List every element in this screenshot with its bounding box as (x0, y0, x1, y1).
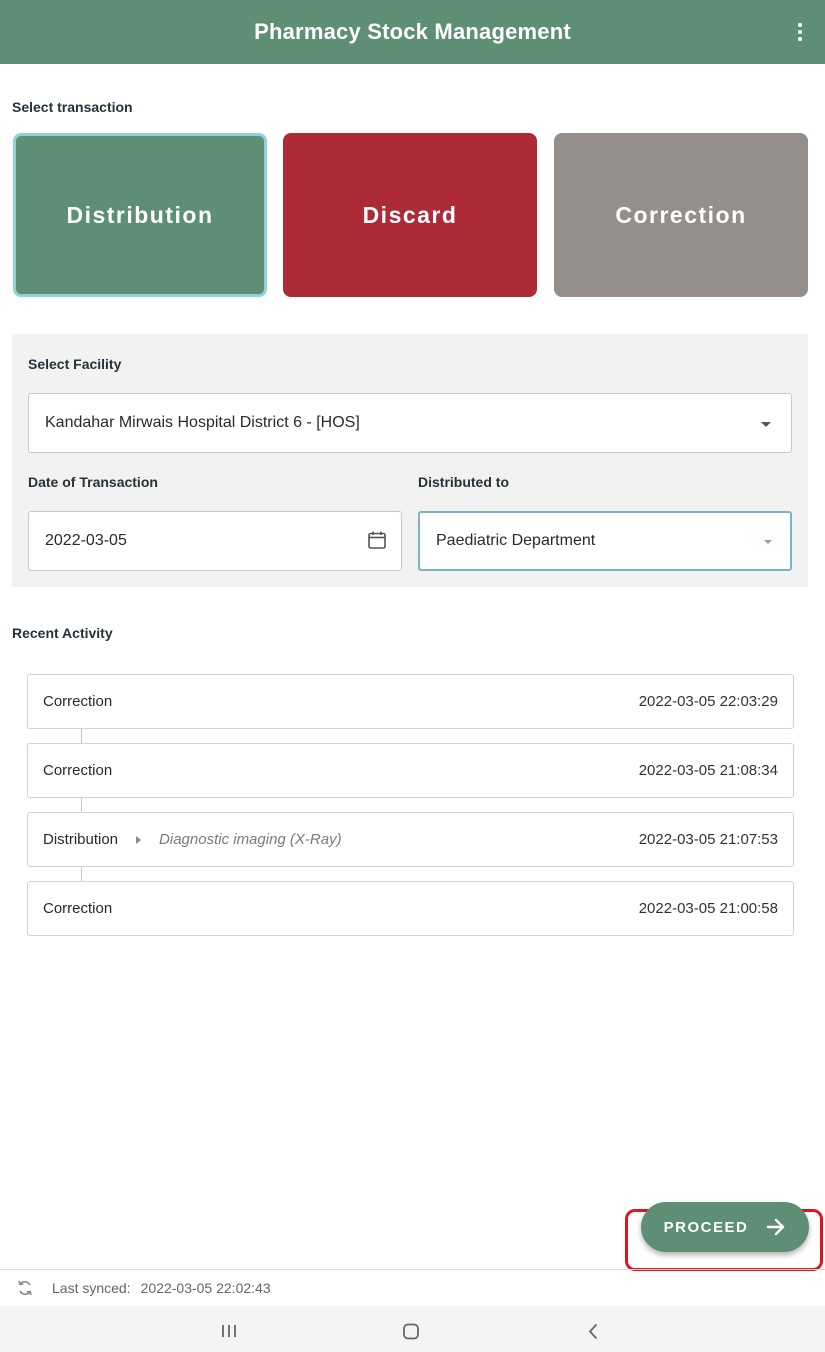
date-of-transaction-label: Date of Transaction (28, 474, 158, 490)
arrow-right-icon (767, 1218, 785, 1236)
distributed-to-value: Paediatric Department (436, 532, 596, 549)
sync-icon[interactable] (16, 1279, 34, 1297)
facility-select[interactable]: Kandahar Mirwais Hospital District 6 - [… (28, 393, 792, 453)
distribution-card-label: Distribution (66, 201, 214, 228)
activity-type: Correction (43, 900, 113, 917)
proceed-button-label: PROCEED (663, 1218, 749, 1236)
transaction-form-panel: Select Facility Kandahar Mirwais Hospita… (12, 334, 808, 587)
last-synced-value: 2022-03-05 22:02:43 (140, 1280, 271, 1296)
play-arrow-icon (136, 835, 142, 844)
recent-apps-icon[interactable] (220, 1324, 238, 1338)
app-bar: Pharmacy Stock Management (0, 0, 825, 64)
correction-card-label: Correction (615, 201, 747, 228)
facility-select-value: Kandahar Mirwais Hospital District 6 - [… (45, 414, 360, 431)
activity-timestamp: 2022-03-05 22:03:29 (638, 693, 778, 710)
system-nav-bar (0, 1306, 825, 1352)
select-transaction-label: Select transaction (12, 99, 133, 115)
more-vert-icon[interactable] (793, 18, 807, 46)
app-title: Pharmacy Stock Management (254, 19, 571, 44)
date-field[interactable]: 2022-03-05 (28, 511, 402, 571)
discard-card[interactable]: Discard (283, 133, 537, 297)
activity-item[interactable]: Correction 2022-03-05 21:00:58 (27, 881, 794, 936)
correction-card[interactable]: Correction (554, 133, 808, 297)
proceed-button[interactable]: PROCEED (641, 1202, 809, 1252)
timeline-connector (81, 729, 82, 744)
distributed-to-select[interactable]: Paediatric Department (418, 511, 792, 571)
activity-destination: Diagnostic imaging (X-Ray) (159, 831, 342, 848)
recent-activity-label: Recent Activity (12, 625, 113, 641)
home-icon[interactable] (402, 1323, 420, 1340)
activity-type: Distribution (43, 831, 119, 848)
date-field-value: 2022-03-05 (45, 532, 127, 549)
distribution-card[interactable]: Distribution (13, 133, 267, 297)
activity-timestamp: 2022-03-05 21:07:53 (638, 831, 778, 848)
activity-type: Correction (43, 693, 113, 710)
activity-item[interactable]: Correction 2022-03-05 22:03:29 (27, 674, 794, 729)
activity-type: Correction (43, 762, 113, 779)
activity-item[interactable]: Correction 2022-03-05 21:08:34 (27, 743, 794, 798)
activity-item[interactable]: Distribution Diagnostic imaging (X-Ray) … (27, 812, 794, 867)
timeline-connector (81, 867, 82, 882)
discard-card-label: Discard (362, 201, 458, 228)
calendar-icon[interactable] (367, 530, 387, 550)
timeline-connector (81, 798, 82, 813)
activity-timestamp: 2022-03-05 21:08:34 (638, 762, 778, 779)
last-synced-label: Last synced: (52, 1280, 131, 1296)
dropdown-caret-icon (761, 422, 771, 427)
distributed-to-label: Distributed to (418, 474, 509, 490)
select-facility-label: Select Facility (28, 356, 122, 372)
sync-status-bar: Last synced: 2022-03-05 22:02:43 (0, 1269, 825, 1306)
back-icon[interactable] (587, 1323, 599, 1340)
activity-timestamp: 2022-03-05 21:00:58 (638, 900, 778, 917)
dropdown-caret-icon (764, 540, 772, 544)
